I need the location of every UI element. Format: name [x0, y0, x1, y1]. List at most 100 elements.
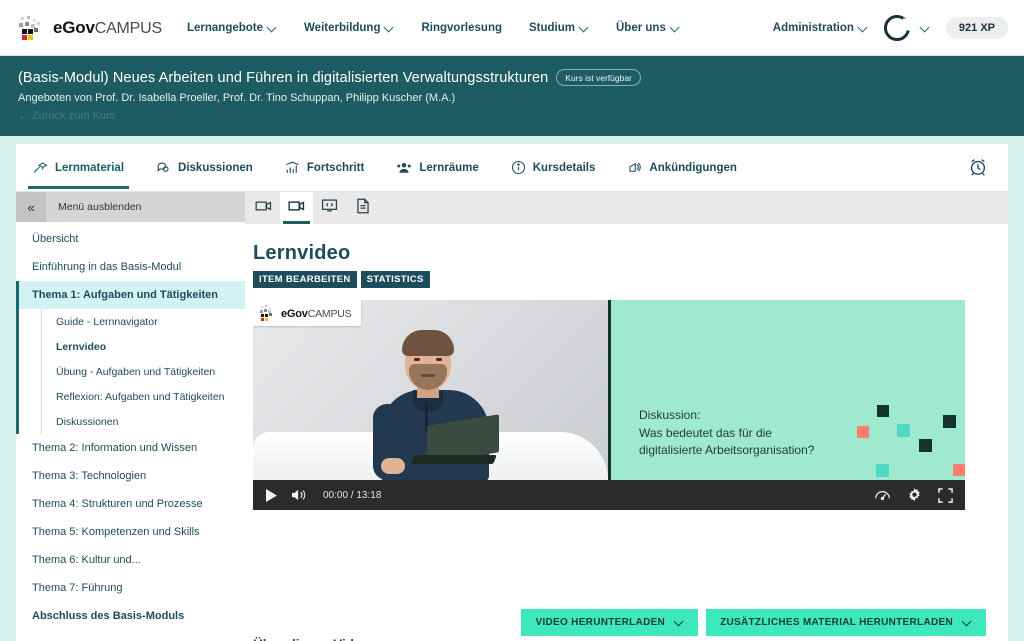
- nav-label: Weiterbildung: [304, 21, 381, 34]
- bar-chart-icon: [285, 160, 300, 175]
- tab-label: Fortschritt: [306, 161, 365, 174]
- sidebar-item-einfuehrung[interactable]: Einführung in das Basis-Modul: [16, 253, 245, 281]
- sidebar-item-thema-5[interactable]: Thema 5: Kompetenzen und Skills: [16, 518, 245, 546]
- user-account-menu[interactable]: [883, 14, 930, 41]
- tab-label: Diskussionen: [178, 161, 253, 174]
- sidebar-item-uebersicht[interactable]: Übersicht: [16, 225, 245, 253]
- tab-kursdetails[interactable]: Kursdetails: [506, 144, 601, 192]
- screen-code-icon: [321, 198, 338, 218]
- sidebar-subitem-reflexion[interactable]: Reflexion: Aufgaben und Tätigkeiten: [42, 384, 245, 409]
- course-card: Lernmaterial Diskussionen Fortschritt Le…: [16, 144, 1008, 641]
- slide-line-3: digitalisierte Arbeitsorganisation?: [639, 443, 815, 458]
- chevron-down-icon: [859, 23, 868, 32]
- tab-fortschritt[interactable]: Fortschritt: [280, 144, 370, 192]
- nav-item-weiterbildung[interactable]: Weiterbildung: [304, 22, 394, 34]
- video-camera-icon: [255, 199, 272, 218]
- sidebar-item-thema-3[interactable]: Thema 3: Technologien: [16, 462, 245, 490]
- alarm-clock-icon[interactable]: [968, 157, 988, 182]
- collapse-menu-button[interactable]: « Menü ausblenden: [16, 192, 245, 222]
- tab-lernmaterial[interactable]: Lernmaterial: [28, 144, 130, 192]
- volume-icon[interactable]: [291, 488, 307, 502]
- collapse-menu-label: Menü ausblenden: [58, 201, 142, 213]
- sidebar-subitem-uebung[interactable]: Übung - Aufgaben und Tätigkeiten: [42, 359, 245, 384]
- logo-light: CAMPUS: [307, 308, 352, 320]
- play-icon[interactable]: [265, 488, 277, 502]
- logo-dots-icon: [18, 15, 48, 41]
- action-chip-group: ITEM BEARBEITEN STATISTICS: [253, 271, 986, 288]
- double-chevron-left-icon: «: [16, 192, 46, 222]
- video-watermark-logo: eGovCAMPUS: [253, 300, 362, 326]
- tab-label: Ankündigungen: [649, 161, 737, 174]
- nav-item-studium[interactable]: Studium: [529, 22, 589, 34]
- sidebar-item-thema-4[interactable]: Thema 4: Strukturen und Prozesse: [16, 490, 245, 518]
- back-to-course-link[interactable]: ← Zurück zum Kurs: [18, 110, 1024, 122]
- sidebar-subitem-lernvideo[interactable]: Lernvideo: [42, 334, 245, 359]
- nav-label: Lernangebote: [186, 21, 264, 34]
- tab-diskussionen[interactable]: Diskussionen: [151, 144, 258, 192]
- deco-square: [877, 405, 889, 417]
- logo-text: eGovCAMPUS: [53, 18, 162, 38]
- nav-item-ringvorlesung[interactable]: Ringvorlesung: [421, 22, 502, 34]
- chevron-down-icon: [385, 23, 394, 32]
- logo-text: eGovCAMPUS: [281, 304, 352, 322]
- download-material-button[interactable]: ZUSÄTZLICHES MATERIAL HERUNTERLADEN: [706, 609, 986, 636]
- people-group-icon: [396, 160, 412, 175]
- video-stage[interactable]: eGovCAMPUS Diskussion: Was bedeutet das …: [253, 300, 965, 480]
- sidebar-item-thema-6[interactable]: Thema 6: Kultur und...: [16, 546, 245, 574]
- sidebar-item-thema-1[interactable]: Thema 1: Aufgaben und Tätigkeiten: [16, 281, 245, 309]
- course-sidebar: « Menü ausblenden Übersicht Einführung i…: [16, 192, 245, 641]
- sidebar-subitem-guide[interactable]: Guide - Lernnavigator: [42, 309, 245, 334]
- egov-campus-logo[interactable]: eGovCAMPUS: [18, 15, 162, 41]
- gear-icon[interactable]: [907, 487, 922, 503]
- sidebar-subitem-diskussionen[interactable]: Diskussionen: [42, 409, 245, 434]
- graduation-pointer-icon: [33, 160, 48, 175]
- speed-gauge-icon[interactable]: [874, 488, 891, 502]
- nav-item-administration[interactable]: Administration: [773, 22, 868, 34]
- sidebar-item-abschluss[interactable]: Abschluss des Basis-Moduls: [16, 602, 245, 630]
- deco-square: [953, 464, 965, 476]
- nav-label: Studium: [529, 21, 575, 34]
- info-circle-icon: [511, 160, 526, 175]
- chevron-down-icon: [268, 23, 277, 32]
- slide-line-2: Was bedeutet das für die: [639, 425, 772, 440]
- nav-item-lernangebote[interactable]: Lernangebote: [187, 22, 277, 34]
- video-player[interactable]: eGovCAMPUS Diskussion: Was bedeutet das …: [253, 300, 965, 510]
- about-video-heading: Über dieses Video: [253, 637, 370, 641]
- banner-title-row: (Basis-Modul) Neues Arbeiten und Führen …: [18, 69, 1024, 86]
- logo-bold: eGov: [53, 17, 95, 37]
- page-title: Lernvideo: [253, 242, 351, 264]
- subtab-document[interactable]: [346, 192, 379, 224]
- download-material-label: ZUSÄTZLICHES MATERIAL HERUNTERLADEN: [720, 617, 953, 628]
- main-menu: Lernangebote Weiterbildung Ringvorlesung…: [187, 22, 680, 34]
- player-controls-right: [874, 487, 953, 503]
- nav-label: Ringvorlesung: [421, 21, 502, 34]
- course-tab-bar: Lernmaterial Diskussionen Fortschritt Le…: [16, 144, 1008, 192]
- deco-square: [919, 439, 932, 452]
- nav-item-ueber-uns[interactable]: Über uns: [616, 22, 680, 34]
- course-authors: Angeboten von Prof. Dr. Isabella Proelle…: [18, 92, 456, 104]
- sidebar-item-list: Übersicht Einführung in das Basis-Modul …: [16, 222, 245, 630]
- chevron-down-icon: [963, 618, 972, 627]
- tab-lernraeume[interactable]: Lernräume: [391, 144, 483, 192]
- subtab-video-2[interactable]: [280, 192, 313, 224]
- tab-ankuendigungen[interactable]: Ankündigungen: [622, 144, 742, 192]
- nav-label: Administration: [772, 21, 854, 34]
- xp-badge: 921 XP: [945, 16, 1008, 39]
- edit-item-button[interactable]: ITEM BEARBEITEN: [253, 271, 357, 288]
- document-icon: [356, 198, 370, 219]
- fullscreen-icon[interactable]: [938, 487, 953, 503]
- deco-square: [857, 426, 869, 438]
- content-body: Lernvideo ITEM BEARBEITEN STATISTICS eGo…: [245, 224, 1008, 641]
- chevron-down-icon: [675, 618, 684, 627]
- statistics-button[interactable]: STATISTICS: [360, 271, 430, 288]
- top-nav-right: Administration 921 XP: [773, 14, 1008, 41]
- sidebar-item-thema-2[interactable]: Thema 2: Information und Wissen: [16, 434, 245, 462]
- subtab-screen-code[interactable]: [313, 192, 346, 224]
- deco-square: [943, 415, 956, 428]
- sidebar-item-thema-7[interactable]: Thema 7: Führung: [16, 574, 245, 602]
- megaphone-icon: [627, 160, 642, 175]
- deco-square: [897, 424, 910, 437]
- course-banner: (Basis-Modul) Neues Arbeiten und Führen …: [0, 56, 1024, 136]
- download-video-button[interactable]: VIDEO HERUNTERLADEN: [521, 609, 699, 636]
- subtab-video-1[interactable]: [247, 192, 280, 224]
